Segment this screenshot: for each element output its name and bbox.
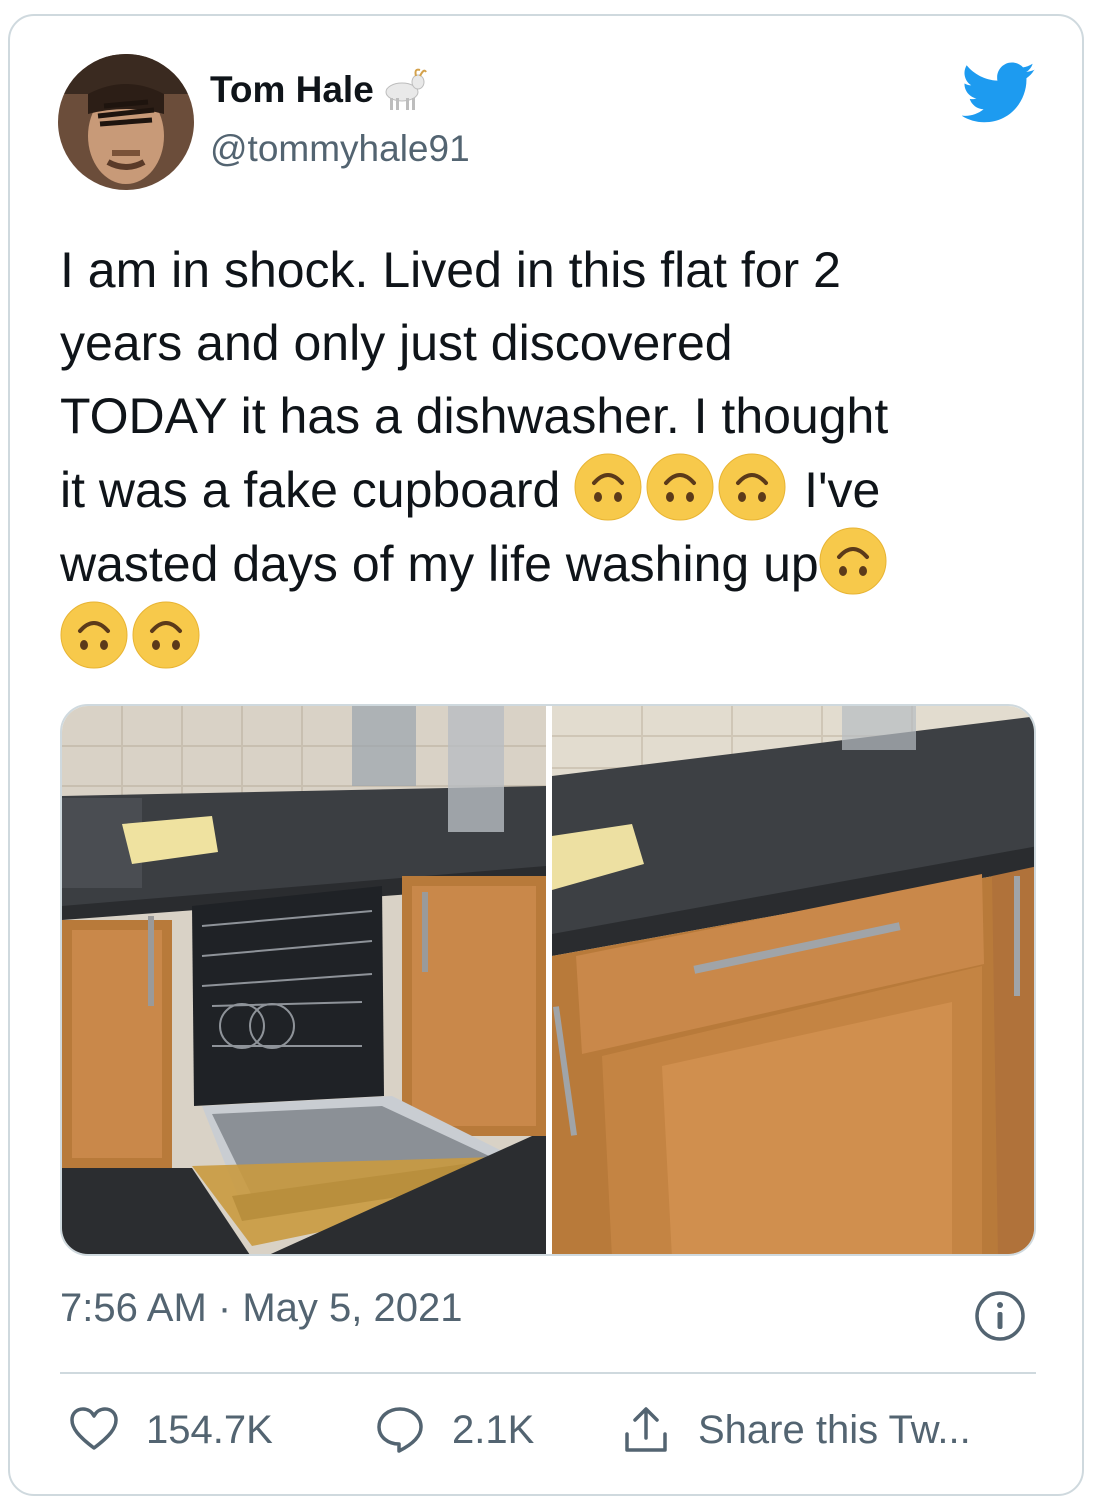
upside-down-face-emoji-icon: [60, 601, 128, 669]
user-avatar[interactable]: [58, 54, 194, 190]
share-button[interactable]: Share this Tw...: [620, 1404, 971, 1456]
tweet-line-3: TODAY it has a dishwasher. I thought: [60, 388, 889, 444]
upside-down-face-emoji-icon: [574, 453, 642, 521]
tweet-line-5: wasted days of my life washing up: [60, 536, 819, 592]
user-handle[interactable]: @tommyhale91: [210, 128, 470, 170]
open-dishwasher-photo[interactable]: [62, 706, 546, 1254]
tweet-media: [60, 704, 1036, 1256]
closed-cupboard-photo[interactable]: [552, 706, 1034, 1254]
meta-separator: ·: [217, 1286, 232, 1330]
share-label: Share this Tw...: [698, 1407, 971, 1452]
tweet-line-1: I am in shock. Lived in this flat for 2: [60, 242, 841, 298]
tweet-line-4b: I've: [804, 462, 881, 518]
tweet-line-2: years and only just discovered: [60, 315, 733, 371]
heart-icon: [70, 1407, 118, 1450]
upside-down-face-emoji-icon: [646, 453, 714, 521]
upside-down-face-emoji-icon: [132, 601, 200, 669]
display-name[interactable]: Tom Hale: [210, 69, 374, 111]
share-icon: [625, 1407, 667, 1452]
tweet-time: 7:56 AM: [60, 1286, 207, 1330]
upside-down-face-emoji-icon: [819, 527, 887, 595]
tweet-date: May 5, 2021: [242, 1286, 463, 1330]
goat-emoji-icon: [380, 68, 430, 112]
tweet-actions: 154.7K 2.1K Share this Tw...: [60, 1404, 1036, 1464]
name-row: Tom Hale: [210, 68, 430, 112]
divider: [60, 1372, 1036, 1374]
reply-count: 2.1K: [452, 1407, 535, 1452]
reply-bubble-icon: [377, 1407, 423, 1453]
tweet-line-4: it was a fake cupboard: [60, 462, 561, 518]
like-button[interactable]: 154.7K: [68, 1404, 273, 1456]
like-count: 154.7K: [146, 1407, 273, 1452]
info-icon[interactable]: [974, 1290, 1026, 1342]
tweet-timestamp[interactable]: 7:56 AM · May 5, 2021: [60, 1286, 462, 1331]
reply-button[interactable]: 2.1K: [374, 1404, 534, 1456]
upside-down-face-emoji-icon: [718, 453, 786, 521]
tweet-text: I am in shock. Lived in this flat for 2 …: [60, 234, 1050, 675]
twitter-bird-icon[interactable]: [961, 62, 1036, 124]
